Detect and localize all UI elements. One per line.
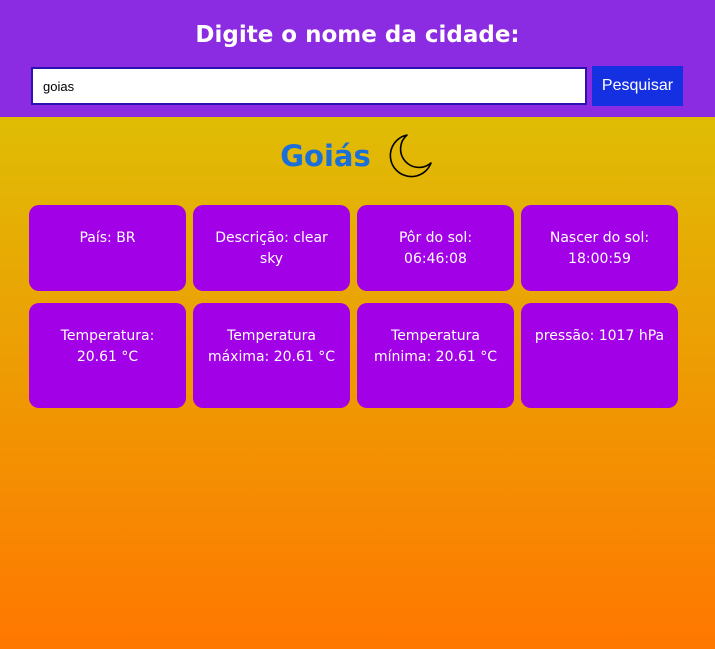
sunset-card: Pôr do sol: 06:46:08 xyxy=(357,205,514,291)
description-card: Descrição: clear sky xyxy=(193,205,350,291)
moon-icon xyxy=(389,134,432,178)
city-heading: Goiás xyxy=(0,128,715,184)
city-search-input[interactable] xyxy=(31,67,587,105)
min-temperature-card: Temperatura mínima: 20.61 °C xyxy=(357,303,514,408)
max-temperature-card: Temperatura máxima: 20.61 °C xyxy=(193,303,350,408)
pressure-card: pressão: 1017 hPa xyxy=(521,303,678,408)
temperature-card: Temperatura: 20.61 °C xyxy=(29,303,186,408)
country-card: País: BR xyxy=(29,205,186,291)
search-button[interactable]: Pesquisar xyxy=(592,66,683,106)
search-header: Digite o nome da cidade: Pesquisar xyxy=(0,0,715,117)
page-title: Digite o nome da cidade: xyxy=(195,22,520,48)
weather-details-grid: País: BR Descrição: clear sky Pôr do sol… xyxy=(29,205,678,408)
sunrise-card: Nascer do sol: 18:00:59 xyxy=(521,205,678,291)
city-name: Goiás xyxy=(280,139,371,173)
